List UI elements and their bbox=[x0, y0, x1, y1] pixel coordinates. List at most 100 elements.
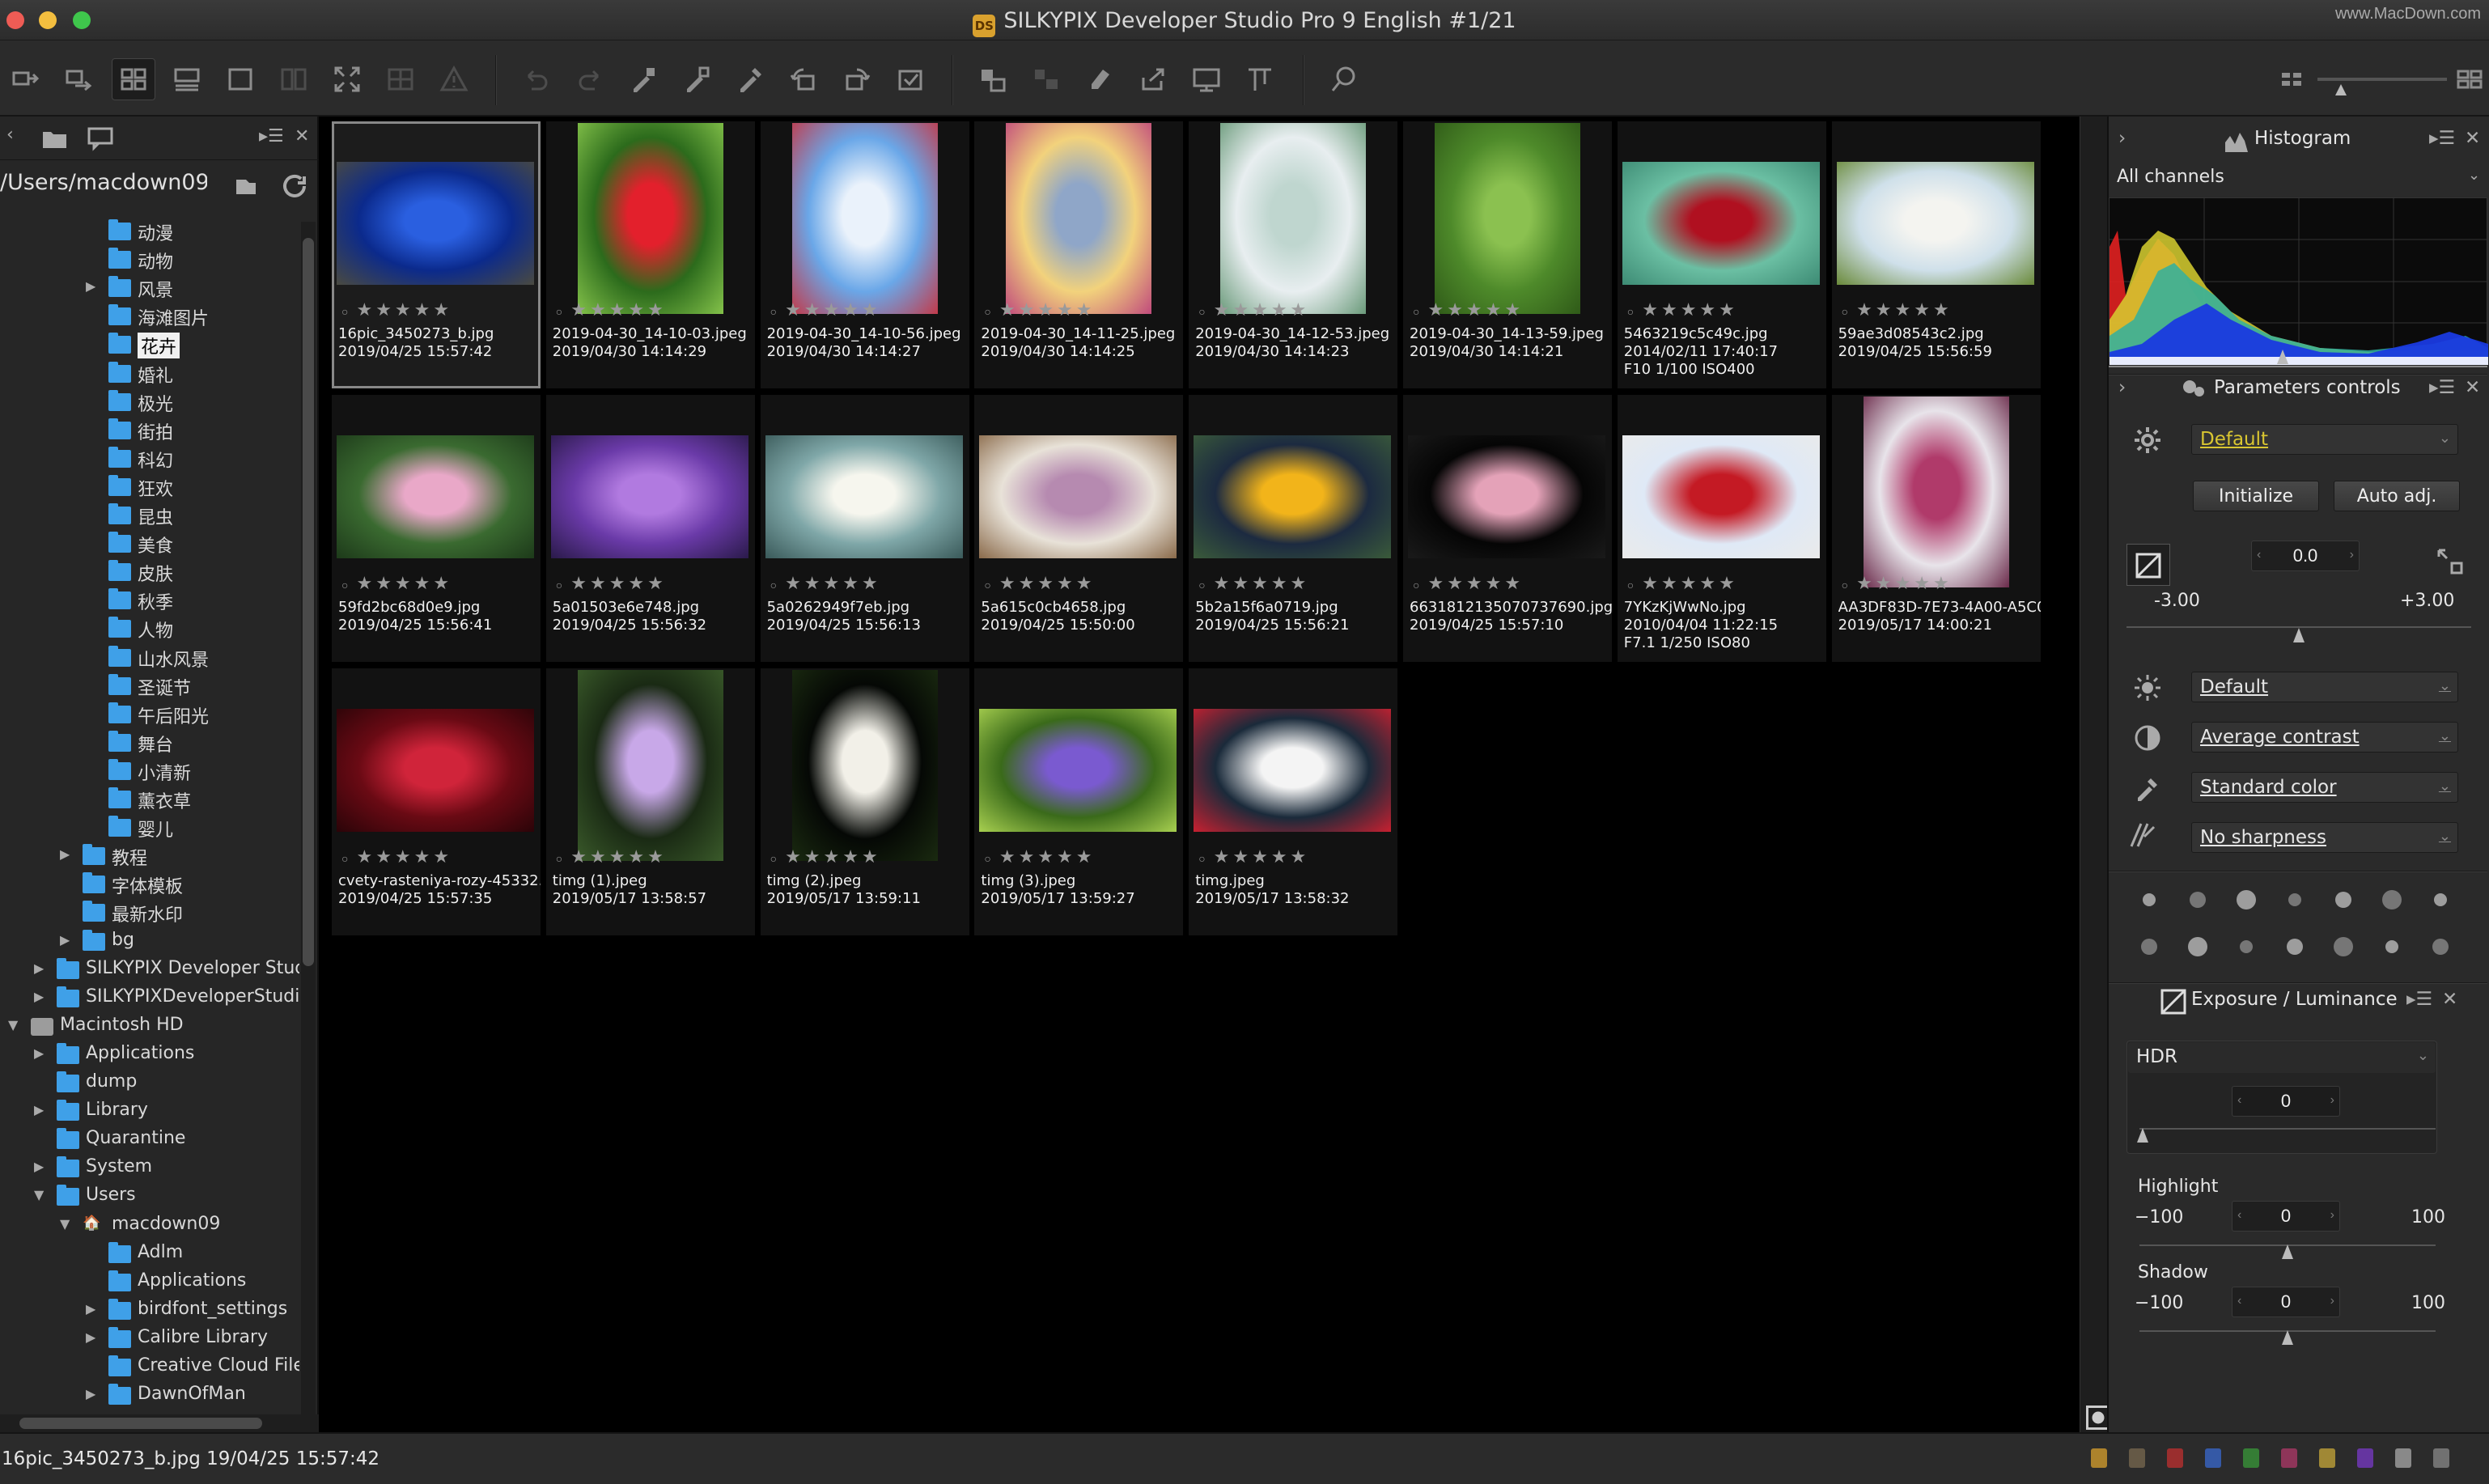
thumbnail-cell[interactable]: ○★★★★★ 7YKzKjWwNo.jpg 2010/04/04 11:22:15 F… bbox=[1617, 395, 1826, 662]
mark-check-icon[interactable] bbox=[888, 58, 932, 100]
exposure-stepper[interactable]: ‹ 0.0 › bbox=[2251, 541, 2360, 571]
histogram-menu-icon[interactable]: ▸☰ bbox=[2429, 128, 2455, 149]
fish-icon[interactable] bbox=[2232, 932, 2258, 958]
layers-icon[interactable] bbox=[2329, 932, 2355, 958]
hdr-slider[interactable] bbox=[2139, 1128, 2436, 1130]
disclosure-closed-icon[interactable]: ▶ bbox=[86, 1301, 95, 1317]
tree-hscrollbar[interactable] bbox=[0, 1414, 319, 1432]
thumbnail-image[interactable] bbox=[337, 709, 534, 832]
thumbnail-size-slider[interactable] bbox=[2317, 78, 2447, 81]
rotate-right-icon[interactable] bbox=[835, 58, 879, 100]
crop-icon[interactable] bbox=[2377, 932, 2403, 958]
rating-stars[interactable]: ○★★★★★ bbox=[1198, 846, 1309, 867]
thumbnail-cell[interactable]: ○★★★★★ 6631812135070737690.jpg 2019/04/25 … bbox=[1403, 395, 1612, 662]
rating-stars[interactable]: ○★★★★★ bbox=[984, 846, 1095, 867]
fullscreen-icon[interactable] bbox=[325, 58, 369, 100]
rating-stars[interactable]: ○★★★★★ bbox=[1627, 573, 1738, 594]
forward-display-icon[interactable] bbox=[57, 58, 100, 100]
thumbnail-cell[interactable]: ○★★★★★ 5b2a15f6a0719.jpg 2019/04/25 15:56:… bbox=[1189, 395, 1398, 662]
tree-item[interactable]: ▶ 风景 bbox=[0, 273, 299, 302]
rating-stars[interactable]: ○★★★★★ bbox=[1842, 299, 1953, 320]
folder-mark-icon[interactable] bbox=[2129, 1448, 2145, 1468]
disclosure-closed-icon[interactable]: ▶ bbox=[34, 1159, 44, 1174]
thumbnail-image[interactable] bbox=[577, 670, 723, 861]
tree-item[interactable]: ▼ Users bbox=[0, 1182, 299, 1211]
tree-scrollbar-thumb[interactable] bbox=[303, 238, 314, 966]
redo-icon[interactable] bbox=[568, 58, 612, 100]
tree-item[interactable]: ▶ SILKYPIX Developer Studi bbox=[0, 956, 299, 984]
sharpness-icon[interactable] bbox=[2128, 820, 2164, 856]
hdr-mode-dropdown[interactable]: HDR ⌄ bbox=[2128, 1042, 2436, 1073]
purple-label-icon[interactable] bbox=[2357, 1448, 2373, 1468]
right-panel-scroll-strip[interactable] bbox=[2080, 117, 2110, 1432]
thumbnail-image[interactable] bbox=[1622, 162, 1820, 285]
reject-icon[interactable] bbox=[2167, 1448, 2183, 1468]
panel-menu-icon[interactable]: ▸☰ bbox=[259, 126, 284, 146]
refresh-icon[interactable] bbox=[280, 172, 306, 197]
brush-icon[interactable] bbox=[2280, 932, 2306, 958]
disclosure-closed-icon[interactable]: ▶ bbox=[34, 1045, 44, 1061]
tree-item[interactable]: ▶ birdfont_settings bbox=[0, 1296, 299, 1325]
paste-all-icon[interactable] bbox=[728, 58, 772, 100]
thumbnail-image[interactable] bbox=[979, 435, 1177, 558]
tree-item[interactable]: ▶ SILKYPIXDeveloperStudio bbox=[0, 984, 299, 1012]
filmstrip-view-icon[interactable] bbox=[165, 58, 209, 100]
parameters-menu-icon[interactable]: ▸☰ bbox=[2429, 377, 2455, 398]
tree-item[interactable]: ▶ Library bbox=[0, 1097, 299, 1126]
histogram-channel[interactable]: All channels bbox=[2117, 167, 2224, 187]
rating-stars[interactable]: ○★★★★★ bbox=[1627, 299, 1738, 320]
thumbnail-image[interactable] bbox=[1836, 162, 2034, 285]
rotate-icon[interactable] bbox=[2377, 885, 2403, 911]
disclosure-closed-icon[interactable]: ▶ bbox=[86, 1386, 95, 1401]
tree-item[interactable]: 动物 bbox=[0, 245, 299, 273]
disclosure-open-icon[interactable]: ▼ bbox=[34, 1187, 44, 1202]
large-thumbs-icon[interactable] bbox=[2452, 63, 2487, 95]
thumbnail-image[interactable] bbox=[1006, 123, 1152, 314]
eyedropper-icon[interactable] bbox=[2135, 932, 2160, 958]
tree-item[interactable]: ▼ 🏠 macdown09 bbox=[0, 1211, 299, 1240]
thumbnail-image[interactable] bbox=[791, 123, 938, 314]
rotate-left-icon[interactable] bbox=[782, 58, 825, 100]
thumbnail-image[interactable] bbox=[1863, 396, 2009, 587]
histogram-range-slider[interactable] bbox=[2109, 366, 2487, 367]
rating-stars[interactable]: ○★★★★★ bbox=[984, 299, 1095, 320]
disclosure-open-icon[interactable]: ▼ bbox=[8, 1017, 18, 1032]
tree-item[interactable]: 小清新 bbox=[0, 757, 299, 785]
tree-item[interactable]: ▶ bg bbox=[0, 927, 299, 956]
thumbnail-image[interactable] bbox=[791, 670, 938, 861]
shadow-stepper[interactable]: ‹ 0 › bbox=[2232, 1287, 2340, 1317]
color-dropdown[interactable]: Standard color ⌄ bbox=[2191, 772, 2458, 803]
tree-item[interactable]: 动漫 bbox=[0, 217, 299, 245]
rating-stars[interactable]: ○★★★★★ bbox=[984, 573, 1095, 594]
eraser-icon[interactable] bbox=[1078, 58, 1122, 100]
thumbnail-cell[interactable]: ○★★★★★ 59fd2bc68d0e9.jpg 2019/04/25 15:56:… bbox=[332, 395, 541, 662]
tree-item[interactable]: ▶ 教程 bbox=[0, 842, 299, 870]
disclosure-closed-icon[interactable]: ▶ bbox=[86, 1329, 95, 1345]
copy-parameters-icon[interactable] bbox=[621, 58, 665, 100]
compare-view-icon[interactable] bbox=[272, 58, 316, 100]
sharpness-dropdown[interactable]: No sharpness ⌄ bbox=[2191, 822, 2458, 853]
bookmark-icon[interactable] bbox=[231, 172, 256, 196]
undo-mark-icon[interactable] bbox=[2395, 1448, 2411, 1468]
tree-item[interactable]: Creative Cloud File bbox=[0, 1353, 299, 1381]
tree-item[interactable]: 婴儿 bbox=[0, 813, 299, 842]
thumbnail-image[interactable] bbox=[1435, 123, 1580, 314]
sphere-icon[interactable] bbox=[2232, 885, 2258, 911]
tree-item[interactable]: 人物 bbox=[0, 614, 299, 642]
green-label-icon[interactable] bbox=[2243, 1448, 2259, 1468]
auto-adjust-button[interactable]: Auto adj. bbox=[2334, 481, 2460, 511]
contrast-icon[interactable] bbox=[2133, 723, 2162, 753]
grid-view-icon[interactable] bbox=[112, 58, 155, 100]
tree-item[interactable]: ▼ Macintosh HD bbox=[0, 1012, 299, 1041]
thumbnail-cell[interactable]: ○★★★★★ 5a615c0cb4658.jpg 2019/04/25 15:50:… bbox=[974, 395, 1184, 662]
parameters-close-icon[interactable]: ✕ bbox=[2465, 377, 2480, 398]
tree-item[interactable]: 舞台 bbox=[0, 728, 299, 757]
tree-scrollbar[interactable] bbox=[301, 222, 316, 1484]
thumbnail-cell[interactable]: ○★★★★★ 59ae3d08543c2.jpg 2019/04/25 15:56:… bbox=[1831, 121, 2041, 388]
expand-arrow-icon[interactable]: › bbox=[2118, 128, 2126, 149]
disclosure-closed-icon[interactable]: ▶ bbox=[60, 932, 70, 948]
rating-stars[interactable]: ○★★★★★ bbox=[556, 573, 667, 594]
histogram-close-icon[interactable]: ✕ bbox=[2465, 128, 2480, 149]
auto-exposure-icon[interactable] bbox=[2436, 547, 2463, 575]
tree-item[interactable]: ▶ Calibre Library bbox=[0, 1325, 299, 1353]
